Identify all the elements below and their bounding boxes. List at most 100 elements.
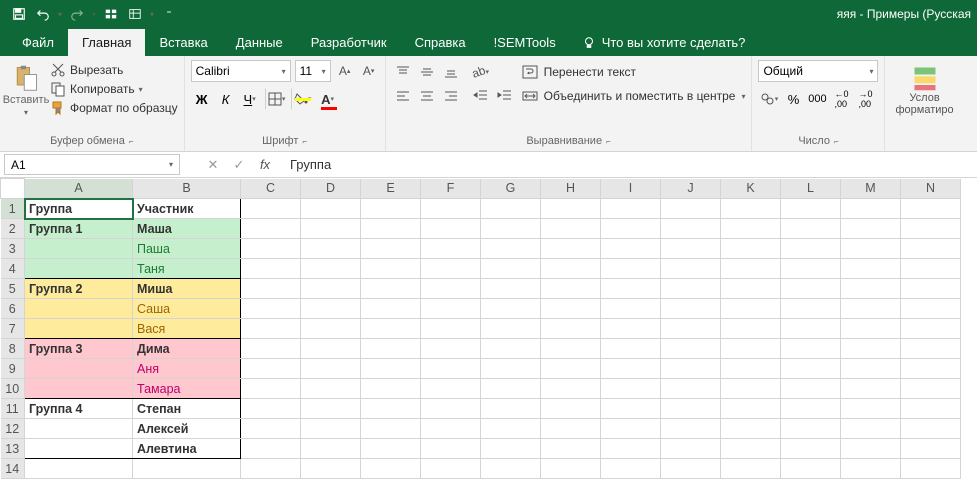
tab-data[interactable]: Данные [222, 29, 297, 56]
cell[interactable] [841, 259, 901, 279]
cell[interactable]: Группа 3 [25, 339, 133, 359]
cell[interactable] [361, 439, 421, 459]
cell[interactable] [421, 259, 481, 279]
accept-formula-button[interactable]: ✓ [226, 154, 252, 175]
thousands-button[interactable]: 000 [806, 88, 828, 110]
currency-button[interactable]: ▾ [758, 88, 780, 110]
cell[interactable] [301, 459, 361, 479]
cell[interactable] [601, 419, 661, 439]
cell[interactable] [241, 219, 301, 239]
cell[interactable] [421, 339, 481, 359]
cell[interactable] [361, 259, 421, 279]
cell[interactable] [361, 219, 421, 239]
cell[interactable] [301, 359, 361, 379]
cell[interactable] [661, 279, 721, 299]
cell[interactable] [241, 459, 301, 479]
col-header[interactable]: G [481, 179, 541, 199]
cell[interactable] [781, 299, 841, 319]
cell[interactable] [781, 239, 841, 259]
cell[interactable] [25, 419, 133, 439]
increase-indent-button[interactable] [494, 86, 516, 106]
name-box[interactable]: A1▾ [4, 154, 180, 175]
cell[interactable] [601, 299, 661, 319]
redo-icon[interactable] [66, 3, 88, 25]
cell[interactable] [781, 399, 841, 419]
align-right-button[interactable] [440, 86, 462, 106]
select-all-corner[interactable] [1, 179, 25, 199]
cell[interactable] [361, 339, 421, 359]
cell[interactable] [841, 419, 901, 439]
cell[interactable] [901, 339, 961, 359]
cell[interactable] [721, 359, 781, 379]
cell[interactable] [601, 279, 661, 299]
cell[interactable] [481, 219, 541, 239]
cell[interactable] [301, 259, 361, 279]
cell[interactable] [721, 379, 781, 399]
cell[interactable] [661, 439, 721, 459]
cell[interactable] [901, 299, 961, 319]
cell[interactable] [481, 319, 541, 339]
cell[interactable] [721, 459, 781, 479]
cell[interactable] [781, 339, 841, 359]
cell[interactable] [241, 279, 301, 299]
tab-help[interactable]: Справка [401, 29, 480, 56]
cell[interactable] [661, 359, 721, 379]
cell[interactable] [781, 199, 841, 219]
dialog-launcher-icon[interactable]: ⌐ [606, 137, 611, 146]
increase-decimal-button[interactable]: ←0,00 [830, 88, 852, 110]
cell[interactable] [241, 339, 301, 359]
cell[interactable] [133, 459, 241, 479]
cell[interactable] [661, 379, 721, 399]
cell[interactable] [421, 419, 481, 439]
cell[interactable] [241, 419, 301, 439]
cell[interactable] [841, 319, 901, 339]
col-header[interactable]: J [661, 179, 721, 199]
cell[interactable] [421, 199, 481, 219]
col-header[interactable]: I [601, 179, 661, 199]
cell[interactable] [781, 219, 841, 239]
cell[interactable] [301, 379, 361, 399]
cell[interactable] [361, 279, 421, 299]
cell[interactable] [661, 459, 721, 479]
dialog-launcher-icon[interactable]: ⌐ [302, 137, 307, 146]
cell[interactable] [661, 399, 721, 419]
underline-button[interactable]: Ч▾ [239, 88, 261, 110]
font-size-select[interactable]: 11▾ [295, 60, 331, 82]
cancel-formula-button[interactable]: ✕ [200, 154, 226, 175]
cell[interactable] [541, 439, 601, 459]
cell[interactable] [421, 439, 481, 459]
dialog-launcher-icon[interactable]: ⌐ [834, 137, 839, 146]
qat-custom1-icon[interactable] [100, 3, 122, 25]
cell[interactable]: Группа 1 [25, 219, 133, 239]
cell[interactable] [421, 459, 481, 479]
row-header[interactable]: 12 [1, 419, 25, 439]
align-middle-button[interactable] [416, 62, 438, 82]
cell[interactable] [901, 399, 961, 419]
cell[interactable] [841, 359, 901, 379]
cell[interactable] [301, 299, 361, 319]
cell[interactable] [361, 239, 421, 259]
formula-input[interactable]: Группа [278, 157, 977, 172]
cell[interactable] [841, 279, 901, 299]
cell[interactable] [481, 279, 541, 299]
cell[interactable] [601, 379, 661, 399]
cell[interactable] [781, 439, 841, 459]
cell[interactable] [481, 439, 541, 459]
cell[interactable]: Степан [133, 399, 241, 419]
cell[interactable] [541, 279, 601, 299]
row-header[interactable]: 13 [1, 439, 25, 459]
cell[interactable] [25, 379, 133, 399]
wrap-text-button[interactable]: Перенести текст [522, 62, 746, 82]
cell[interactable] [541, 239, 601, 259]
cell[interactable]: Паша [133, 239, 241, 259]
cell[interactable] [241, 439, 301, 459]
col-header[interactable]: B [133, 179, 241, 199]
cell[interactable] [541, 399, 601, 419]
cell[interactable] [721, 319, 781, 339]
qat-customize-icon[interactable]: ⁼ [158, 3, 180, 25]
col-header[interactable]: L [781, 179, 841, 199]
cell[interactable] [301, 279, 361, 299]
undo-dropdown-icon[interactable]: ▾ [56, 3, 64, 25]
cell[interactable]: Группа 2 [25, 279, 133, 299]
decrease-indent-button[interactable] [470, 86, 492, 106]
